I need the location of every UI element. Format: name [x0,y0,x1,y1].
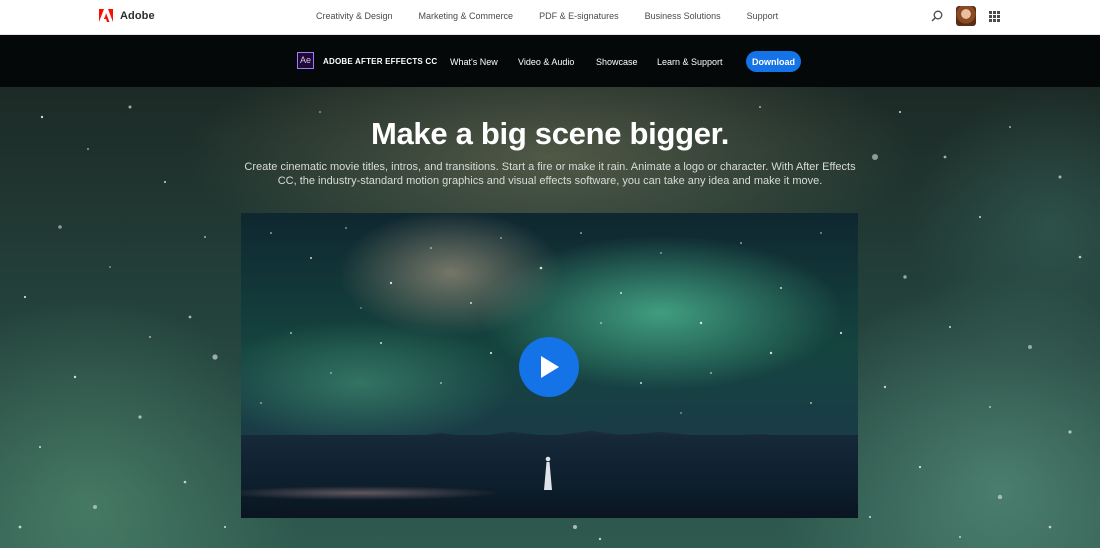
adobe-logo-icon [99,9,113,22]
apps-grid-icon[interactable] [989,10,1000,22]
download-button[interactable]: Download [746,51,801,72]
gnav-link-business-solutions[interactable]: Business Solutions [645,11,721,21]
play-video-button[interactable] [519,337,579,397]
gnav-link-pdf-esignatures[interactable]: PDF & E-signatures [539,11,619,21]
global-nav: Adobe Creativity & Design Marketing & Co… [0,0,1100,35]
pnav-link-showcase[interactable]: Showcase [596,57,638,67]
video-light-reflection [241,483,641,503]
gnav-link-support[interactable]: Support [747,11,779,21]
global-nav-actions [931,6,1000,26]
pnav-link-video-audio[interactable]: Video & Audio [518,57,574,67]
global-nav-links: Creativity & Design Marketing & Commerce… [316,11,778,21]
after-effects-badge-icon[interactable]: Ae [297,52,314,69]
gnav-link-marketing-commerce[interactable]: Marketing & Commerce [419,11,514,21]
pnav-link-learn-support[interactable]: Learn & Support [657,57,723,67]
search-icon[interactable] [931,10,943,22]
product-name-link[interactable]: ADOBE AFTER EFFECTS CC [323,57,437,66]
adobe-logo-link[interactable]: Adobe [99,9,155,22]
play-icon [541,356,559,378]
pnav-link-whats-new[interactable]: What's New [450,57,498,67]
gnav-link-creativity-design[interactable]: Creativity & Design [316,11,393,21]
hero-title: Make a big scene bigger. [370,116,730,151]
hero-description: Create cinematic movie titles, intros, a… [244,161,856,187]
brand-name: Adobe [120,9,155,22]
avatar[interactable] [956,6,976,26]
standing-figure [544,456,552,490]
hero-section [0,87,1100,548]
